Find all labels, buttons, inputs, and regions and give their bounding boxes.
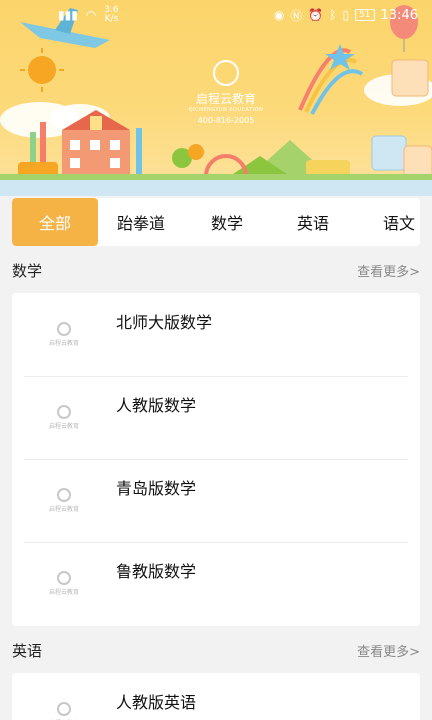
tab-chinese[interactable]: 语文 <box>356 198 420 246</box>
network-speed-unit: K/s <box>104 14 119 24</box>
thumb-logo-text: 启程云教育 <box>48 506 79 513</box>
alarm-icon: ⏰ <box>308 8 324 22</box>
list-item[interactable]: 启程云教育 北师大版数学 <box>12 293 420 376</box>
bluetooth-icon: ᛒ <box>329 8 337 22</box>
signal-icon: ▮▮▮ <box>58 8 78 22</box>
section-title: 英语 <box>12 641 43 660</box>
logo-icon <box>57 702 71 716</box>
section-header-math: 数学 查看更多> <box>12 258 420 282</box>
tab-math[interactable]: 数学 <box>184 198 270 246</box>
list-item[interactable]: 启程云教育 人教版数学 <box>12 376 420 459</box>
status-bar: ▮▮▮ ◠ 3.6 K/s ◉ Ⓝ ⏰ ᛒ ▯ 51 13:46 <box>0 0 432 30</box>
course-title: 人教版数学 <box>116 396 197 415</box>
course-thumbnail: 启程云教育 <box>12 542 116 625</box>
tab-all[interactable]: 全部 <box>12 198 98 246</box>
logo-icon <box>57 488 71 502</box>
thumb-logo-text: 启程云教育 <box>48 589 79 596</box>
eye-icon: ◉ <box>273 8 285 22</box>
brand-mark-icon <box>213 60 239 86</box>
brand-name: 启程云教育 <box>195 92 256 106</box>
banner-road <box>0 180 432 196</box>
course-list-math: 启程云教育 北师大版数学 启程云教育 人教版数学 启程云教育 青岛版数学 启程云… <box>12 293 420 626</box>
thumb-logo-text: 启程云教育 <box>48 340 79 347</box>
tab-english[interactable]: 英语 <box>270 198 356 246</box>
vibrate-icon: ▯ <box>342 8 350 22</box>
top-banner[interactable]: ▮▮▮ ◠ 3.6 K/s ◉ Ⓝ ⏰ ᛒ ▯ 51 13:46 启程云教育 Q… <box>0 0 432 196</box>
brand-phone: 400-816-2005 <box>197 116 255 125</box>
status-time: 13:46 <box>380 7 418 23</box>
course-title: 鲁教版数学 <box>116 562 197 581</box>
course-thumbnail: 启程云教育 <box>12 293 116 376</box>
logo-icon <box>57 322 71 336</box>
logo-icon <box>57 571 71 585</box>
course-thumbnail: 启程云教育 <box>12 376 116 459</box>
view-more-link[interactable]: 查看更多> <box>357 641 420 660</box>
logo-icon <box>57 405 71 419</box>
course-title: 人教版英语 <box>116 693 197 712</box>
wifi-icon: ◠ <box>85 8 97 22</box>
list-item[interactable]: 启程云教育 青岛版数学 <box>12 459 420 542</box>
view-more-link[interactable]: 查看更多> <box>357 261 420 280</box>
brand-english: QICHENGYUN EDUCATION <box>188 107 264 113</box>
course-title: 青岛版数学 <box>116 479 197 498</box>
course-title: 北师大版数学 <box>116 313 213 332</box>
tab-taekwondo[interactable]: 跆拳道 <box>98 198 184 246</box>
battery-indicator: 51 <box>355 9 375 21</box>
category-tabs: 全部 跆拳道 数学 英语 语文 <box>12 198 420 246</box>
list-item[interactable]: 启程云教育 鲁教版数学 <box>12 542 420 625</box>
nfc-icon: Ⓝ <box>290 8 303 23</box>
course-list-english: 启程云教育 人教版英语 <box>12 673 420 720</box>
list-item[interactable]: 启程云教育 人教版英语 <box>12 673 420 720</box>
section-header-english: 英语 查看更多> <box>12 638 420 662</box>
network-speed: 3.6 K/s <box>104 6 118 24</box>
section-title: 数学 <box>12 261 43 280</box>
brand-logo: 启程云教育 QICHENGYUN EDUCATION 400-816-2005 <box>186 60 266 125</box>
thumb-logo-text: 启程云教育 <box>48 423 79 430</box>
course-thumbnail: 启程云教育 <box>12 459 116 542</box>
course-thumbnail: 启程云教育 <box>12 673 116 720</box>
